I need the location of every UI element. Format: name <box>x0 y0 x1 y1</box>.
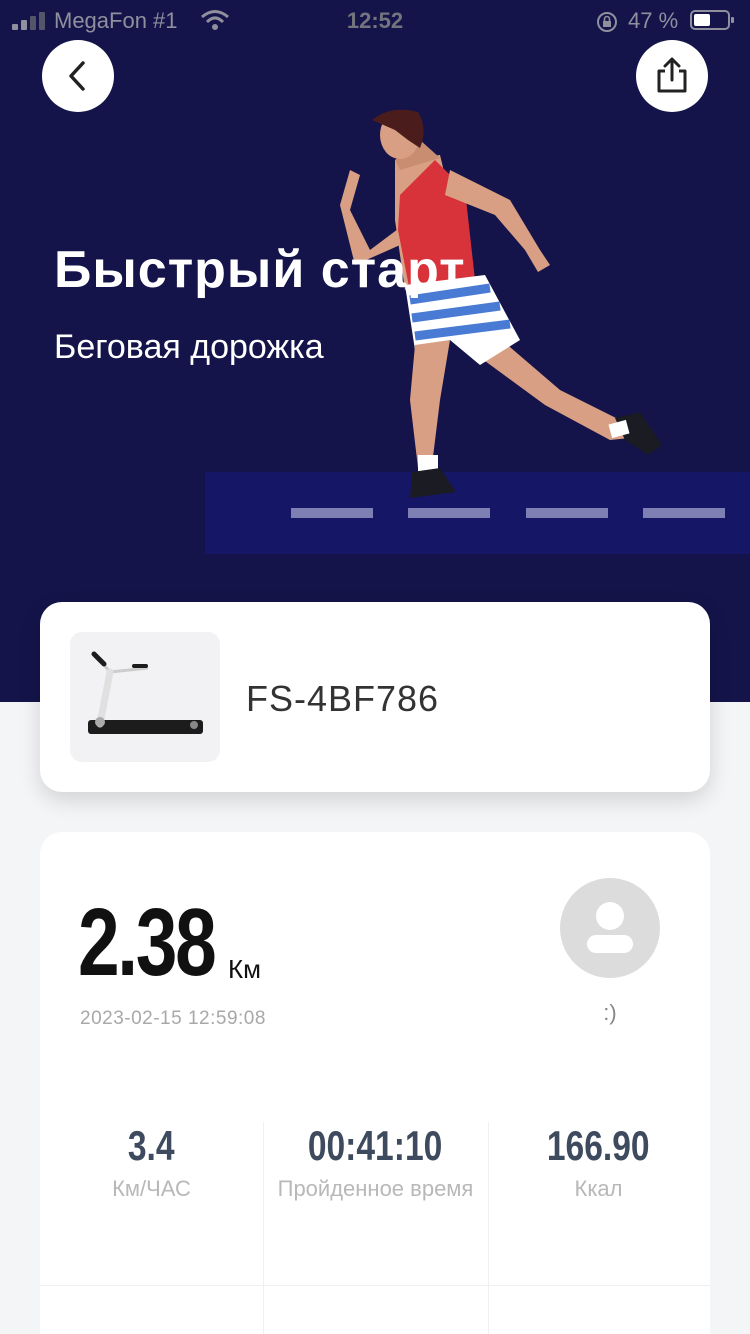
battery-icon <box>690 10 734 30</box>
distance-unit: Км <box>228 954 262 984</box>
metric-speed: 3.4 Км/ЧАС <box>40 1122 263 1202</box>
hero-banner: MegaFon #1 12:52 47 % Быстрый старт Бего… <box>0 0 750 702</box>
distance-value: 2.38 <box>78 889 217 996</box>
metric-label: Км/ЧАС <box>112 1176 191 1201</box>
treadmill-icon <box>88 651 203 734</box>
treadmill-thumbnail <box>70 632 220 762</box>
workout-timestamp: 2023-02-15 12:59:08 <box>80 1008 266 1029</box>
metric-elapsed-time: 00:41:10 Пройденное время <box>264 1122 487 1202</box>
divider <box>40 1285 710 1286</box>
metric-label: Ккал <box>574 1176 623 1201</box>
share-button[interactable] <box>636 40 708 112</box>
status-bar: MegaFon #1 12:52 47 % <box>0 0 750 42</box>
metric-value: 00:41:10 <box>308 1122 443 1169</box>
metric-value: 166.90 <box>547 1122 650 1169</box>
device-card[interactable]: FS-4BF786 <box>40 602 710 792</box>
rotation-lock-icon <box>597 12 617 32</box>
metric-value: 3.4 <box>128 1122 175 1169</box>
workout-stats-card: 2.38 Км 2023-02-15 12:59:08 :) 3.4 Км/ЧА… <box>40 832 710 1334</box>
share-icon <box>657 57 687 93</box>
metric-label: Пройденное время <box>277 1176 474 1201</box>
back-button[interactable] <box>42 40 114 112</box>
metric-calories: 166.90 Ккал <box>487 1122 710 1202</box>
device-name: FS-4BF786 <box>246 678 440 719</box>
user-icon <box>587 902 633 953</box>
page-subtitle: Беговая дорожка <box>54 328 324 366</box>
battery-percent: 47 % <box>628 8 679 33</box>
chevron-left-icon <box>69 61 85 91</box>
avatar[interactable] <box>560 878 660 978</box>
user-name: :) <box>603 1000 617 1025</box>
page-title: Быстрый старт <box>54 241 466 299</box>
